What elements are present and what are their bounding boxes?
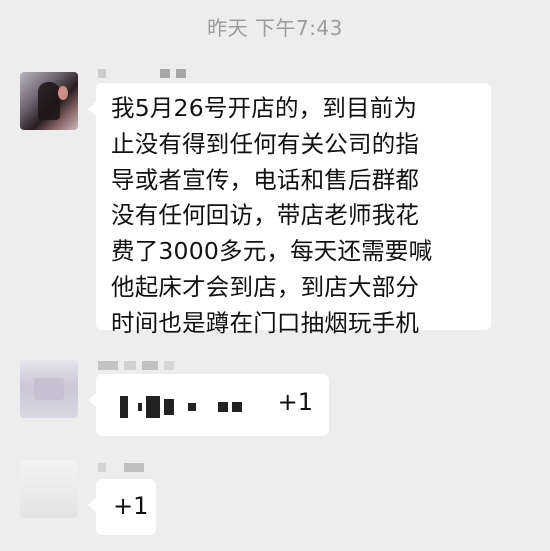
sender-name-redacted xyxy=(98,68,186,78)
message-bubble[interactable]: 我5月26号开店的，到目前为 止没有得到任何有关公司的指 导或者宣传，电话和售后… xyxy=(88,83,491,337)
message-text: +1 xyxy=(277,388,313,416)
message-text: +1 xyxy=(113,492,149,520)
sender-avatar[interactable] xyxy=(20,360,78,418)
message-timestamp: 昨天 下午7:43 xyxy=(207,16,343,40)
sender-avatar[interactable] xyxy=(20,460,78,518)
redacted-text xyxy=(120,396,242,418)
message-text: 我5月26号开店的，到目前为 止没有得到任何有关公司的指 导或者宣传，电话和售后… xyxy=(111,94,433,337)
chat-window: 昨天 下午7:43 我5月26号开店的，到目前为 止没有得到任何有关公司的指 导… xyxy=(0,0,550,551)
sender-name-redacted xyxy=(98,462,144,472)
message-bubble[interactable]: +1 xyxy=(88,479,156,535)
sender-name-redacted xyxy=(98,360,174,370)
sender-avatar[interactable] xyxy=(20,72,78,130)
message-bubble[interactable]: +1 xyxy=(88,374,329,436)
